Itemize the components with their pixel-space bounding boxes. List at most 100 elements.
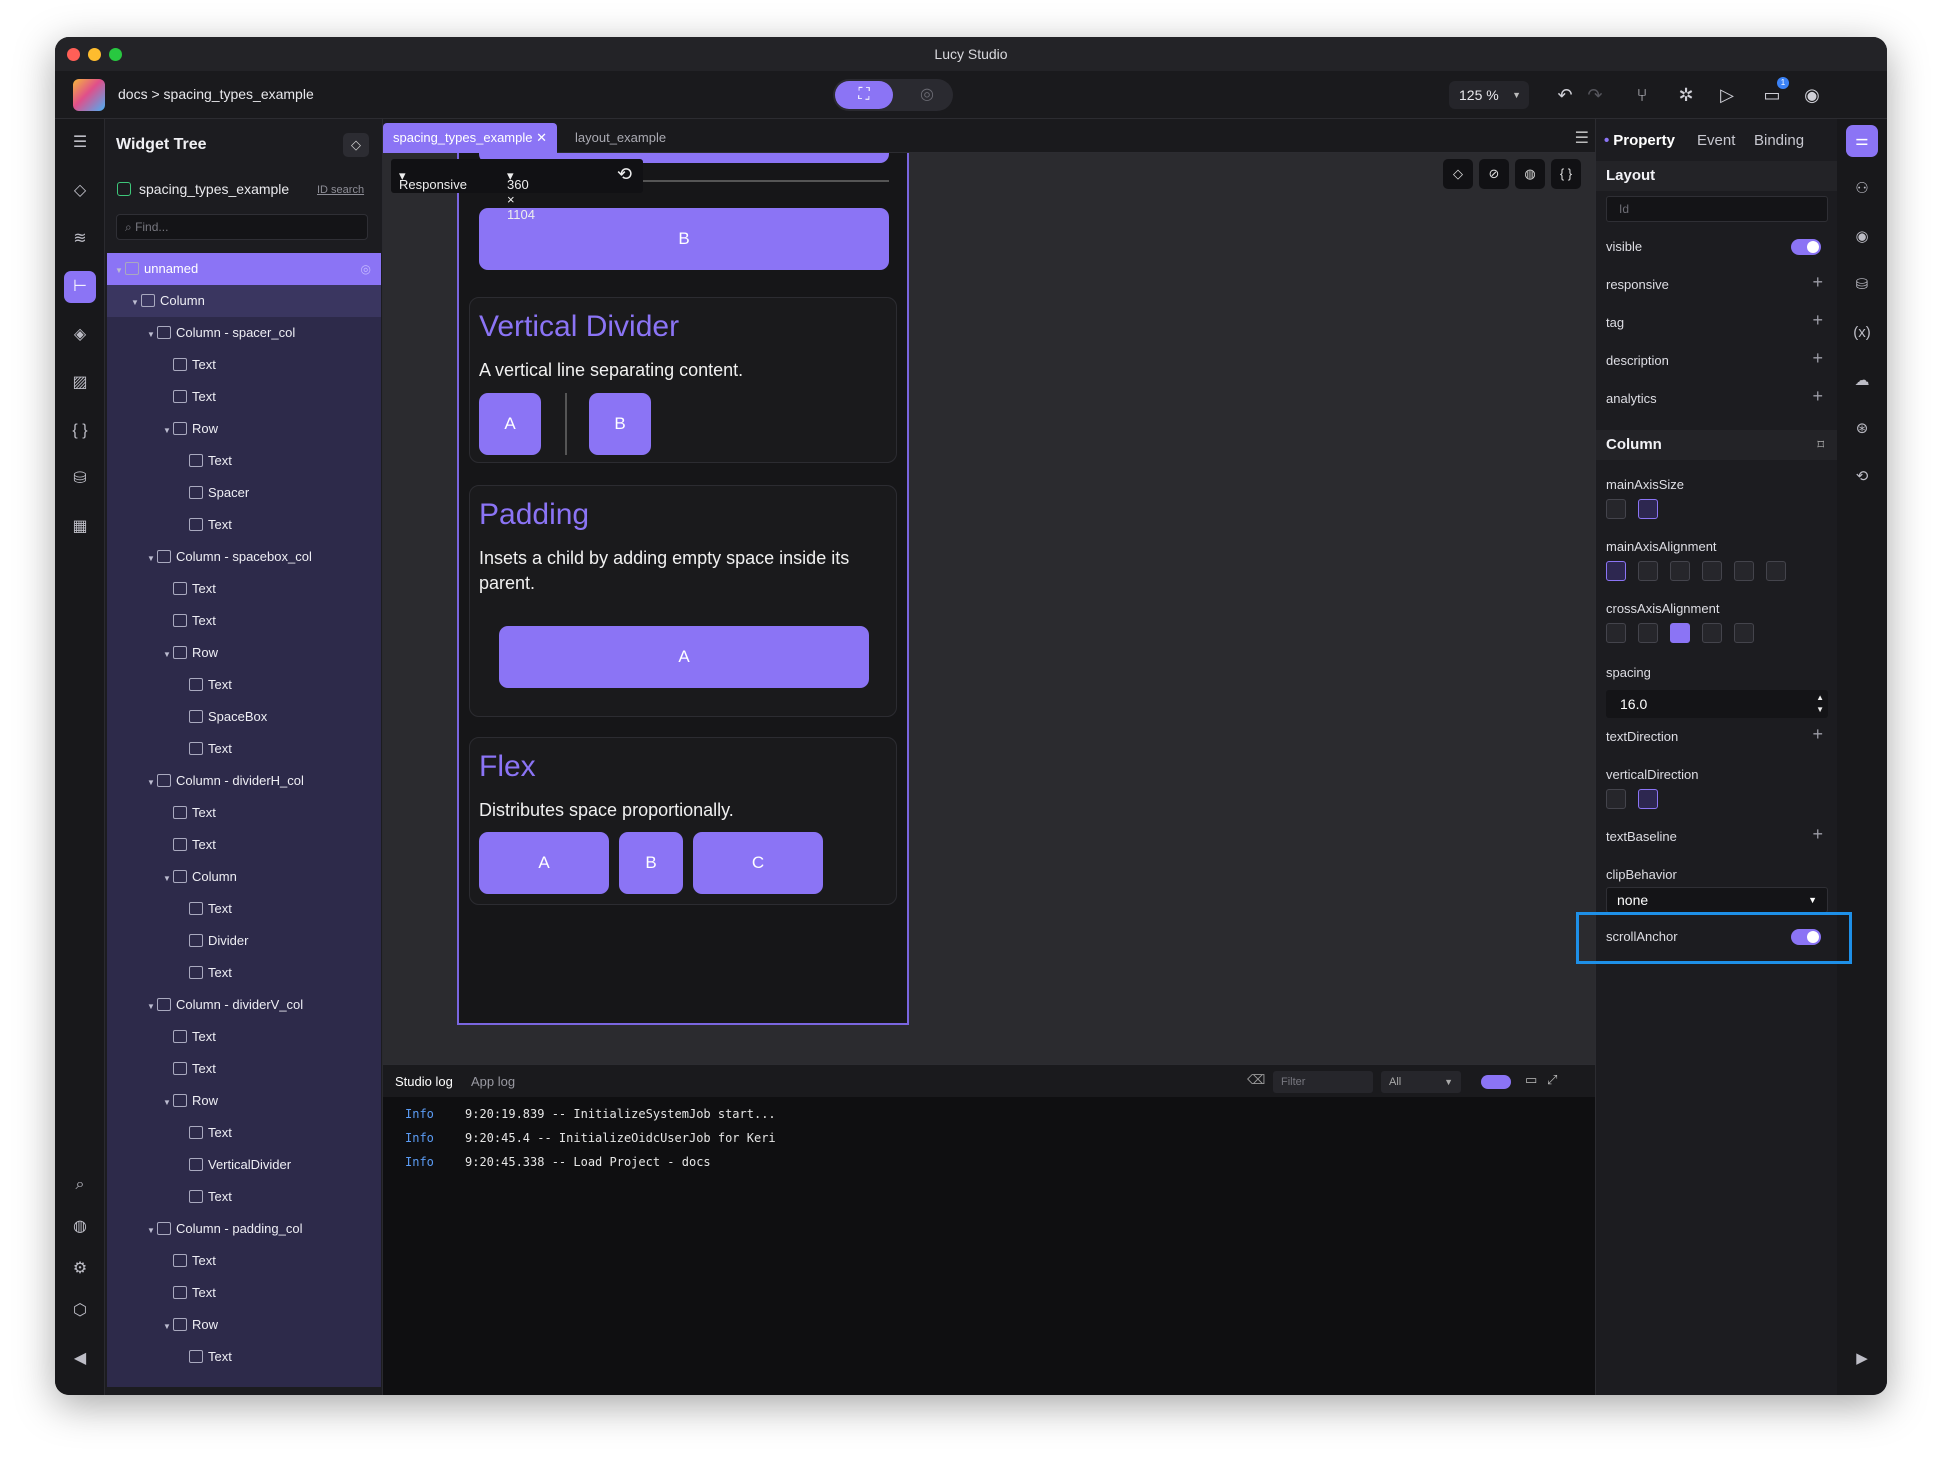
- tree-node[interactable]: Spacer: [107, 477, 381, 509]
- expand-arrow-icon[interactable]: ▼: [147, 991, 157, 1023]
- collapse-right-icon[interactable]: ▶: [1846, 1343, 1878, 1375]
- branch-icon[interactable]: ⑂: [1629, 83, 1655, 107]
- widget-tree-action-icon[interactable]: ◇: [343, 133, 369, 157]
- add-text-baseline-icon[interactable]: +: [1812, 824, 1823, 845]
- devices-icon[interactable]: ▭ 1: [1759, 77, 1789, 107]
- expand-arrow-icon[interactable]: ▼: [163, 1311, 173, 1343]
- image-icon[interactable]: ▨: [64, 367, 96, 399]
- space-around-icon[interactable]: [1734, 561, 1754, 581]
- expand-arrow-icon[interactable]: ▼: [115, 255, 125, 287]
- tab-property[interactable]: Property: [1604, 132, 1675, 149]
- expand-arrow-icon[interactable]: ▼: [163, 639, 173, 671]
- history-icon[interactable]: ⟲: [1846, 461, 1878, 493]
- tree-node[interactable]: ▼ unnamed ◎: [107, 253, 381, 285]
- button-a[interactable]: A: [479, 832, 609, 894]
- tree-node[interactable]: Text: [107, 381, 381, 413]
- tree-node[interactable]: ▼ Column - spacebox_col: [107, 541, 381, 573]
- cross-end-icon[interactable]: [1638, 623, 1658, 643]
- tree-node[interactable]: Text: [107, 733, 381, 765]
- add-text-direction-icon[interactable]: +: [1812, 724, 1823, 745]
- visibility-eye-icon[interactable]: ◎: [361, 253, 371, 285]
- tree-node[interactable]: VerticalDivider: [107, 1149, 381, 1181]
- button-a[interactable]: A: [499, 626, 869, 688]
- run-icon[interactable]: ▷: [1714, 83, 1740, 107]
- log-filter-input[interactable]: Filter: [1273, 1071, 1373, 1093]
- bookmark-icon[interactable]: ⌑: [1817, 430, 1824, 460]
- button-b[interactable]: B: [589, 393, 651, 455]
- tree-node[interactable]: Text: [107, 349, 381, 381]
- palette-icon[interactable]: ◍: [64, 1211, 96, 1243]
- api-icon[interactable]: ⊛: [1846, 413, 1878, 445]
- preview-mode-icon[interactable]: ◎: [907, 81, 947, 109]
- main-axis-min-icon[interactable]: [1606, 499, 1626, 519]
- tree-node[interactable]: SpaceBox: [107, 701, 381, 733]
- tree-node[interactable]: ▼ Row: [107, 637, 381, 669]
- add-responsive-icon[interactable]: +: [1812, 272, 1823, 293]
- tab-event[interactable]: Event: [1697, 132, 1735, 149]
- layers-icon[interactable]: ≋: [64, 223, 96, 255]
- spacing-input[interactable]: 16.0 ▲ ▼: [1606, 690, 1828, 718]
- expand-arrow-icon[interactable]: ▼: [131, 287, 141, 319]
- space-evenly-icon[interactable]: [1766, 561, 1786, 581]
- tree-node[interactable]: ▼ Column: [107, 861, 381, 893]
- id-search-link[interactable]: ID search: [317, 184, 364, 196]
- database-icon[interactable]: ⛁: [64, 463, 96, 495]
- tree-node[interactable]: Divider: [107, 925, 381, 957]
- close-tab-icon[interactable]: ✕: [536, 130, 547, 145]
- debug-icon[interactable]: ✲: [1673, 83, 1699, 107]
- tab-spacing-types-example[interactable]: spacing_types_example ✕: [383, 123, 558, 153]
- hamburger-menu-icon[interactable]: ☰: [64, 127, 96, 159]
- expand-arrow-icon[interactable]: ▼: [147, 1215, 157, 1247]
- tree-node[interactable]: ▼ Column: [107, 285, 381, 317]
- button-b[interactable]: B: [619, 832, 683, 894]
- settings-gear-icon[interactable]: ⚙: [64, 1253, 96, 1285]
- expand-arrow-icon[interactable]: ▼: [147, 543, 157, 575]
- cross-stretch-icon[interactable]: [1702, 623, 1722, 643]
- tabs-menu-icon[interactable]: ☰: [1575, 128, 1589, 148]
- tree-node[interactable]: Text: [107, 445, 381, 477]
- breadcrumb[interactable]: docs > spacing_types_example: [118, 86, 314, 102]
- assets-icon[interactable]: ▦: [64, 511, 96, 543]
- tab-layout-example[interactable]: layout_example: [565, 123, 676, 153]
- align-end-icon[interactable]: [1638, 561, 1658, 581]
- autoscroll-toggle[interactable]: [1481, 1075, 1511, 1089]
- tree-node[interactable]: Text: [107, 1021, 381, 1053]
- tree-node[interactable]: Text: [107, 1117, 381, 1149]
- cross-baseline-icon[interactable]: [1734, 623, 1754, 643]
- tree-node[interactable]: Text: [107, 573, 381, 605]
- info-hexagon-icon[interactable]: ⬡: [64, 1295, 96, 1327]
- visible-toggle[interactable]: [1791, 239, 1821, 255]
- id-input[interactable]: Id: [1606, 196, 1828, 222]
- design-mode-icon[interactable]: ⛶: [835, 81, 893, 109]
- tree-node[interactable]: Text: [107, 893, 381, 925]
- align-center-icon[interactable]: [1670, 561, 1690, 581]
- minimize-window-button[interactable]: [88, 48, 101, 61]
- expand-arrow-icon[interactable]: ▼: [147, 767, 157, 799]
- responsive-select[interactable]: Responsive ▾: [399, 168, 467, 192]
- widgets-icon[interactable]: ◇: [64, 175, 96, 207]
- tree-node[interactable]: ▼ Column - dividerV_col: [107, 989, 381, 1021]
- log-level-select[interactable]: All ▼: [1381, 1071, 1461, 1093]
- vertical-up-icon[interactable]: [1606, 789, 1626, 809]
- align-start-icon[interactable]: [1606, 561, 1626, 581]
- account-icon[interactable]: ◉: [1799, 83, 1825, 107]
- undo-icon[interactable]: ↶: [1552, 83, 1578, 107]
- expand-arrow-icon[interactable]: ▼: [147, 319, 157, 351]
- layout-section-header[interactable]: Layout: [1596, 161, 1838, 191]
- expand-icon[interactable]: ⤢: [1547, 1072, 1557, 1088]
- collapse-left-icon[interactable]: ◀: [64, 1343, 96, 1375]
- app-logo[interactable]: [73, 79, 105, 111]
- tree-node[interactable]: ▼ Column - dividerH_col: [107, 765, 381, 797]
- vertical-down-icon[interactable]: [1638, 789, 1658, 809]
- tree-node[interactable]: Text: [107, 829, 381, 861]
- close-window-button[interactable]: [67, 48, 80, 61]
- tree-node[interactable]: ▼ Column - padding_col: [107, 1213, 381, 1245]
- design-canvas[interactable]: B Vertical Divider A vertical line separ…: [383, 153, 1595, 1064]
- size-select[interactable]: 360 × 1104 ▾: [507, 168, 535, 222]
- tree-node[interactable]: Text: [107, 1341, 381, 1373]
- tree-node[interactable]: ▼ Row: [107, 413, 381, 445]
- expand-arrow-icon[interactable]: ▼: [163, 863, 173, 895]
- tree-node[interactable]: ▼ Row: [107, 1085, 381, 1117]
- redo-icon[interactable]: ↷: [1582, 83, 1608, 107]
- tab-app-log[interactable]: App log: [471, 1074, 515, 1089]
